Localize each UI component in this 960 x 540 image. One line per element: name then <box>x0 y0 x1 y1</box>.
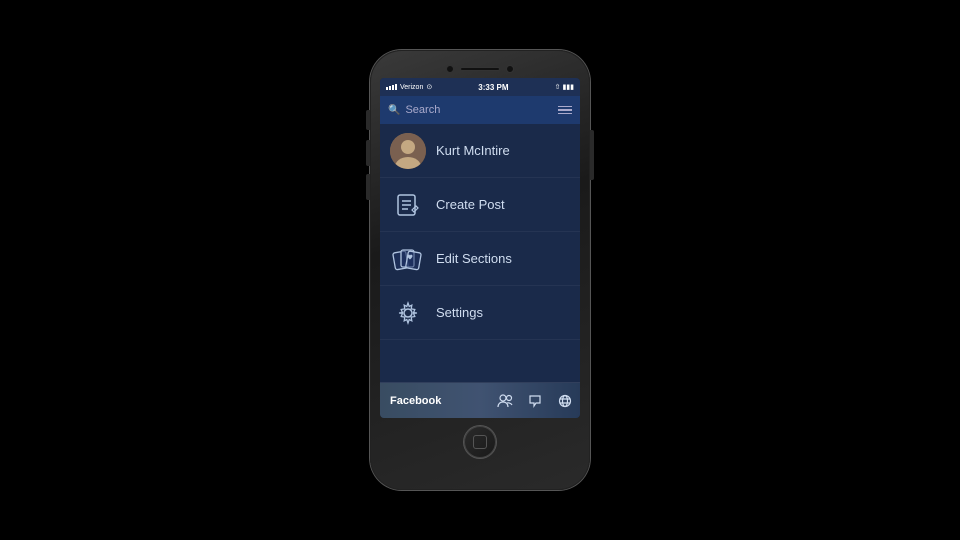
settings-label: Settings <box>436 305 483 320</box>
globe-tab-button[interactable] <box>550 383 580 419</box>
cards-icon <box>393 246 423 272</box>
status-right: ⇧ ▮▮▮ <box>555 83 574 91</box>
speaker-grille <box>460 67 500 71</box>
search-placeholder: Search <box>405 104 440 116</box>
hamburger-menu-button[interactable] <box>558 106 572 115</box>
phone-bottom <box>380 418 580 466</box>
user-avatar-container <box>394 137 422 165</box>
edit-sections-label: Edit Sections <box>436 251 512 266</box>
create-post-icon <box>395 192 421 218</box>
menu-area: Kurt McIntire Create Pos <box>380 124 580 382</box>
carrier-label: Verizon <box>400 84 423 91</box>
create-post-label: Create Post <box>436 197 505 212</box>
user-avatar <box>390 133 426 169</box>
tab-icons-container <box>490 383 580 419</box>
sensor <box>506 65 514 73</box>
phone-screen: Verizon ⊙ 3:33 PM ⇧ ▮▮▮ 🔍 Search <box>380 78 580 418</box>
home-button-inner <box>473 435 487 449</box>
volume-up-button <box>366 140 370 166</box>
home-button[interactable] <box>464 426 496 458</box>
messages-tab-button[interactable] <box>520 383 550 419</box>
phone-top-bar <box>380 60 580 78</box>
status-left: Verizon ⊙ <box>386 83 432 91</box>
settings-icon-container <box>394 299 422 327</box>
search-input-area[interactable]: 🔍 Search <box>388 104 558 116</box>
volume-down-button <box>366 174 370 200</box>
facebook-app-label: Facebook <box>380 395 451 407</box>
menu-item-create-post[interactable]: Create Post <box>380 178 580 232</box>
power-button <box>590 130 594 180</box>
signal-bars <box>386 84 397 90</box>
globe-icon <box>558 394 572 408</box>
phone-device: Verizon ⊙ 3:33 PM ⇧ ▮▮▮ 🔍 Search <box>370 50 590 490</box>
front-camera <box>446 65 454 73</box>
status-bar: Verizon ⊙ 3:33 PM ⇧ ▮▮▮ <box>380 78 580 96</box>
menu-item-user[interactable]: Kurt McIntire <box>380 124 580 178</box>
menu-item-settings[interactable]: Settings <box>380 286 580 340</box>
menu-item-edit-sections[interactable]: Edit Sections <box>380 232 580 286</box>
status-time: 3:33 PM <box>478 83 508 92</box>
search-bar[interactable]: 🔍 Search <box>380 96 580 124</box>
mute-button <box>366 110 370 130</box>
avatar-svg <box>390 133 426 169</box>
create-post-icon-container <box>394 191 422 219</box>
bottom-tab-bar: Facebook <box>380 382 580 418</box>
edit-sections-icon-container <box>394 245 422 273</box>
battery-icon: ▮▮▮ <box>562 83 574 91</box>
wifi-icon: ⊙ <box>426 83 432 91</box>
friends-tab-button[interactable] <box>490 383 520 419</box>
settings-gear-icon <box>395 300 421 326</box>
friends-icon <box>497 394 513 408</box>
messages-icon <box>528 394 542 408</box>
user-name-label: Kurt McIntire <box>436 143 510 158</box>
avatar-image <box>390 133 426 169</box>
search-icon: 🔍 <box>388 105 400 116</box>
location-icon: ⇧ <box>555 83 561 91</box>
